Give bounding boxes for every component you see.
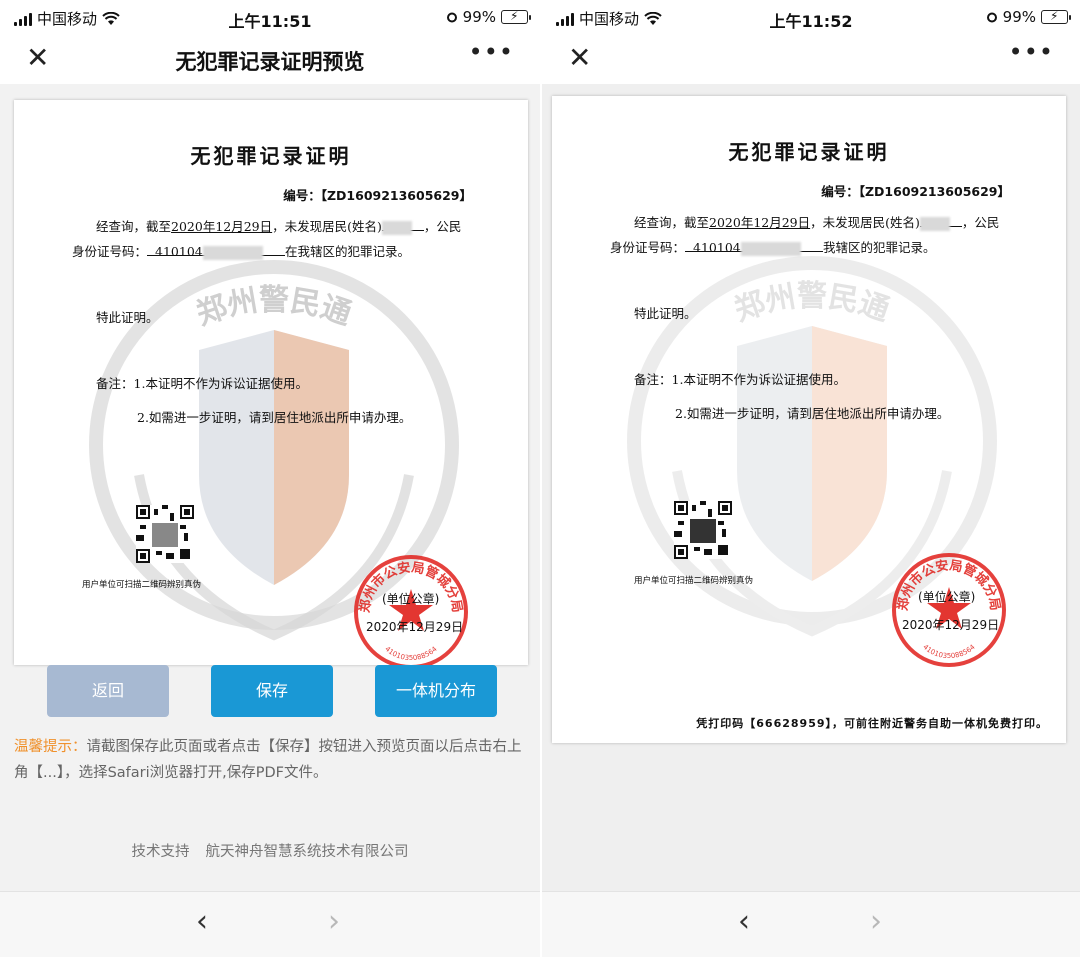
status-right: 99% ⚡ — [986, 8, 1071, 26]
seal-date: 2020年12月29日 — [366, 620, 464, 634]
qr-code — [674, 501, 732, 559]
more-icon[interactable]: ••• — [1009, 38, 1054, 66]
status-bar: 中国移动 上午11:52 99% ⚡ — [542, 0, 1080, 36]
back-button[interactable]: 返回 — [47, 665, 169, 717]
chevron-right-icon[interactable]: › — [328, 904, 340, 939]
tech-support: 技术支持 航天神舟智慧系统技术有限公司 — [131, 844, 409, 860]
official-seal: 郑州市公安局管城分局 4101035088564 — [892, 553, 1006, 667]
qr-caption: 用户单位可扫描二维码辨别真伪 — [82, 580, 202, 590]
kiosk-map-button[interactable]: 一体机分布 — [375, 665, 497, 717]
certificate-number: 编号：【ZD1609213605629】 — [283, 188, 472, 203]
remark-1: 备注：1.本证明不作为诉讼证据使用。 — [96, 376, 308, 391]
chevron-left-icon[interactable]: ‹ — [196, 904, 208, 939]
tip-label: 温馨提示： — [14, 739, 87, 755]
battery-icon: ⚡ — [501, 9, 531, 24]
certificate-title: 无犯罪记录证明 — [728, 140, 890, 164]
hereby-text: 特此证明。 — [634, 306, 697, 321]
save-button[interactable]: 保存 — [211, 665, 333, 717]
seal-date: 2020年12月29日 — [902, 618, 1000, 632]
official-seal: 郑州市公安局管城分局 4101035088564 — [354, 555, 468, 665]
watermark-text: 郑州警民通 — [730, 279, 894, 328]
remark-2: 2.如需进一步证明，请到居住地派出所申请办理。 — [675, 406, 950, 421]
status-bar: 中国移动 上午11:51 99% ⚡ — [0, 0, 540, 36]
print-code-text: 凭打印码【66628959】，可前往附近警务自助一体机免费打印。 — [696, 717, 1048, 730]
battery-percent: 99% — [1002, 8, 1036, 26]
certificate-line-2: 身份证号码： 410104 在我辖区的犯罪记录。 — [72, 244, 411, 260]
certificate-line-2: 身份证号码： 410104 我辖区的犯罪记录。 — [610, 240, 936, 256]
browser-toolbar: ‹ › — [542, 891, 1080, 957]
certificate-number: 编号：【ZD1609213605629】 — [821, 184, 1010, 199]
more-icon[interactable]: ••• — [469, 38, 514, 66]
alarm-icon — [446, 12, 457, 23]
remark-1: 备注：1.本证明不作为诉讼证据使用。 — [634, 372, 846, 387]
certificate-line-1: 经查询，截至2020年12月29日，未发现居民(姓名) ，公民 — [634, 215, 1000, 231]
nav-bar: ✕ ••• — [542, 36, 1080, 84]
close-icon[interactable]: ✕ — [568, 42, 591, 74]
qr-code — [136, 505, 194, 563]
svg-text:郑州警民通: 郑州警民通 — [192, 283, 356, 332]
status-right: 99% ⚡ — [446, 8, 531, 26]
seal-unit-label: (单位公章) — [918, 590, 976, 604]
certificate-title: 无犯罪记录证明 — [190, 144, 352, 168]
alarm-icon — [986, 12, 997, 23]
browser-toolbar: ‹ › — [0, 891, 540, 957]
page-title: 无犯罪记录证明预览 — [175, 50, 365, 74]
watermark-text: 郑州警民通 — [192, 283, 356, 332]
svg-text:4101035088564: 4101035088564 — [383, 645, 439, 662]
svg-text:郑州警民通: 郑州警民通 — [730, 279, 894, 328]
battery-icon: ⚡ — [1041, 9, 1071, 24]
hereby-text: 特此证明。 — [96, 310, 159, 325]
qr-caption: 用户单位可扫描二维码辨别真伪 — [634, 576, 754, 586]
remark-2: 2.如需进一步证明，请到居住地派出所申请办理。 — [137, 410, 412, 425]
certificate-line-1: 经查询，截至2020年12月29日，未发现居民(姓名) ，公民 — [96, 219, 462, 235]
nav-bar: ✕ 无犯罪记录证明预览 ••• — [0, 36, 540, 84]
chevron-left-icon[interactable]: ‹ — [738, 904, 750, 939]
chevron-right-icon[interactable]: › — [870, 904, 882, 939]
svg-text:4101035088564: 4101035088564 — [921, 643, 977, 660]
tip-text: 温馨提示：请截图保存此页面或者点击【保存】按钮进入预览页面以后点击右上角【...… — [14, 739, 522, 781]
battery-percent: 99% — [462, 8, 496, 26]
phone-screen-right: 中国移动 上午11:52 99% ⚡ ✕ ••• 郑州警民通 无犯罪记录证明 编… — [542, 0, 1080, 957]
certificate-preview: 郑州警民通 无犯罪记录证明 编号：【ZD1609213605629】 经查询，截… — [14, 100, 528, 665]
phone-screen-left: 中国移动 上午11:51 99% ⚡ ✕ 无犯罪记录证明预览 ••• 郑州警民通… — [0, 0, 540, 957]
certificate-pdf: 郑州警民通 无犯罪记录证明 编号：【ZD1609213605629】 经查询，截… — [552, 96, 1066, 743]
seal-unit-label: (单位公章) — [382, 592, 440, 606]
